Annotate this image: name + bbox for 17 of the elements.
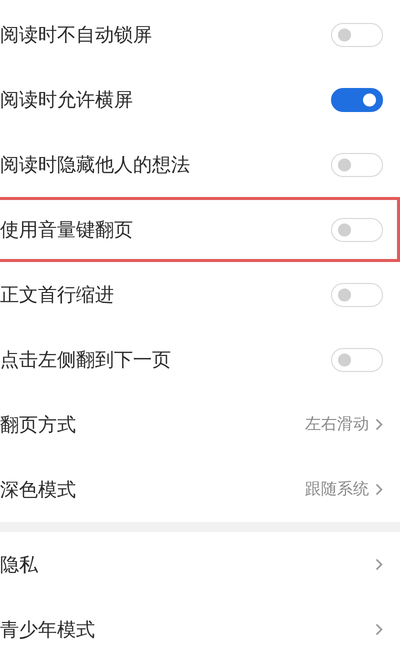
setting-label: 正文首行缩进 — [0, 282, 114, 308]
setting-label: 阅读时不自动锁屏 — [0, 22, 152, 48]
setting-label: 点击左侧翻到下一页 — [0, 348, 171, 372]
chevron-icon — [375, 558, 383, 571]
setting-label: 阅读时隐藏他人的想法 — [0, 152, 190, 178]
setting-value: 跟随系统 — [305, 479, 369, 500]
chevron-icon — [375, 623, 383, 636]
setting-label: 使用音量键翻页 — [0, 218, 133, 242]
chevron-icon — [375, 418, 383, 431]
toggle-switch[interactable] — [331, 88, 383, 112]
chevron-icon — [375, 483, 383, 496]
setting-label: 翻页方式 — [0, 412, 76, 438]
setting-value: 左右滑动 — [305, 414, 369, 435]
setting-label: 隐私 — [0, 552, 38, 578]
setting-label: 阅读时允许横屏 — [0, 88, 133, 112]
setting-label: 深色模式 — [0, 478, 76, 502]
setting-label: 青少年模式 — [0, 618, 95, 642]
